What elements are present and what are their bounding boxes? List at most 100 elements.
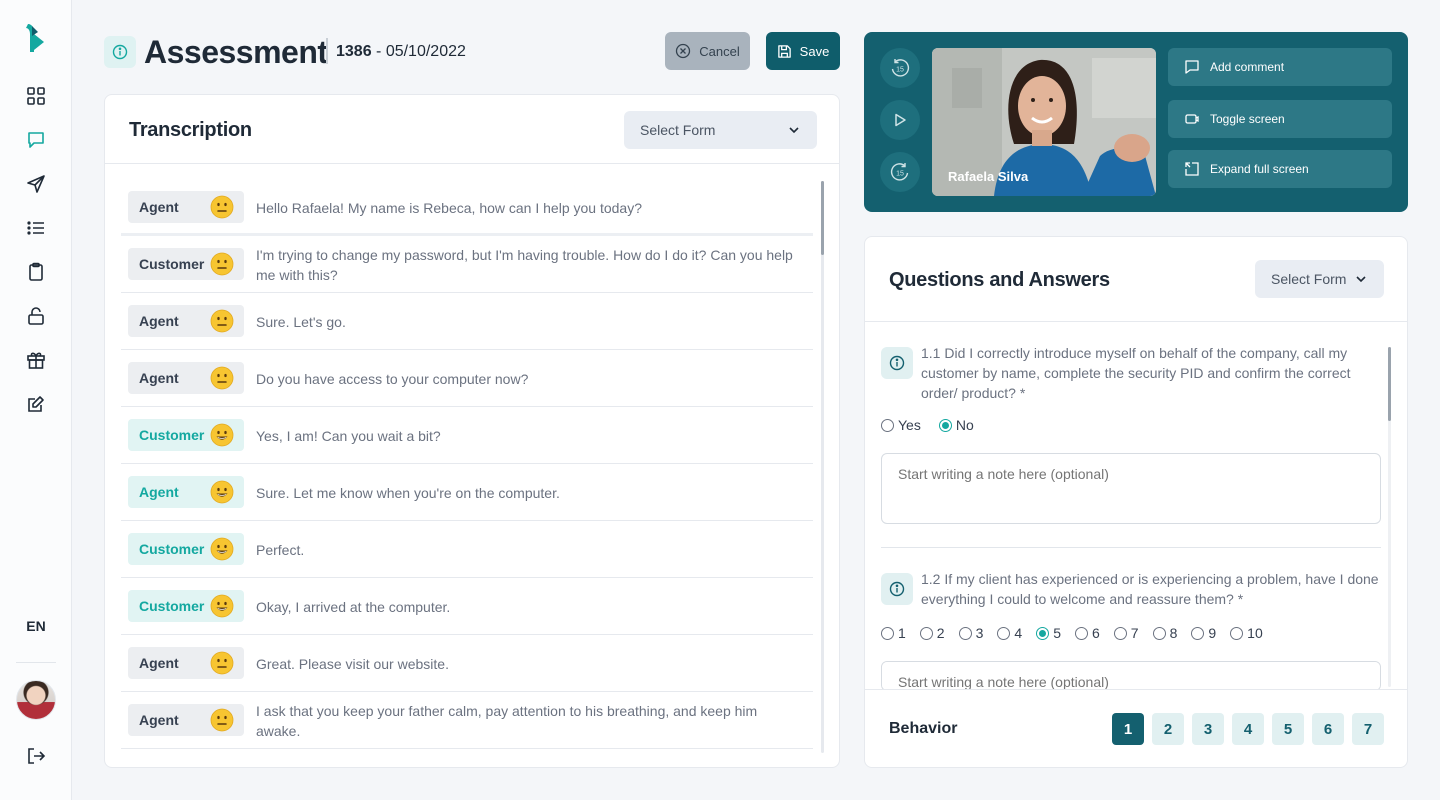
language-switcher[interactable]: EN [0,618,72,634]
clipboard-icon[interactable] [24,260,48,284]
speaker-badge: Agent [128,704,244,736]
qa-title: Questions and Answers [889,269,1110,291]
q2-option-2[interactable]: 2 [919,625,945,641]
q1-option-yes[interactable]: Yes [881,417,921,433]
toggle-screen-icon [1185,114,1199,124]
transcription-select-form[interactable]: Select Form [624,111,817,149]
logout-icon[interactable] [24,744,48,768]
radio-label: 10 [1247,625,1263,641]
q2-option-9[interactable]: 9 [1191,625,1216,641]
radio-label: 4 [1014,625,1023,641]
radio-button[interactable] [1230,626,1244,640]
page-button-7[interactable]: 7 [1352,713,1384,745]
radio-button[interactable] [958,626,972,640]
send-icon[interactable] [24,172,48,196]
speaker-label: Agent [139,484,179,500]
page-button-6[interactable]: 6 [1312,713,1344,745]
sidebar: EN [0,0,72,800]
chevron-down-icon [1356,276,1366,283]
transcription-divider [105,163,839,164]
q2-option-8[interactable]: 8 [1152,625,1177,641]
q2-option-3[interactable]: 3 [958,625,984,641]
radio-label: 3 [975,625,984,641]
transcription-scrollbar-thumb[interactable] [821,181,824,255]
speaker-label: Agent [139,655,179,671]
transcript-message: Agent Sure. Let me know when you're on th… [121,464,813,521]
radio-button[interactable] [919,626,933,640]
forward-15-button[interactable]: 15 [880,152,920,192]
q2-option-4[interactable]: 4 [997,625,1022,641]
gift-icon[interactable] [24,348,48,372]
toggle-screen-label: Toggle screen [1210,112,1285,126]
forward-seconds: 15 [896,171,904,178]
cancel-button[interactable]: Cancel [665,32,750,70]
transcription-scrollbar-track[interactable] [821,181,824,753]
avatar[interactable] [16,680,56,720]
assessment-id: 1386 [336,43,372,60]
sidebar-divider [16,662,56,663]
qa-divider [865,321,1407,322]
speaker-badge: Agent [128,476,244,508]
section-pagination: 1234567 [1112,713,1384,745]
transcript-message: Agent Great. Please visit our website. [121,635,813,692]
page-button-4[interactable]: 4 [1232,713,1264,745]
question-2-note-field[interactable] [881,661,1381,691]
page-button-2[interactable]: 2 [1152,713,1184,745]
radio-button[interactable] [938,418,952,432]
qa-scrollbar-thumb[interactable] [1388,347,1391,421]
radio-button[interactable] [997,626,1011,640]
radio-label: 7 [1130,625,1139,641]
speaker-badge: Agent [128,191,244,223]
qa-footer: Behavior 1234567 [865,689,1407,767]
rewind-15-button[interactable]: 15 [880,48,920,88]
page-button-1[interactable]: 1 [1112,713,1144,745]
message-text: Perfect. [256,542,305,558]
transcript-message: Customer I'm trying to change my password… [121,236,813,293]
q2-option-7[interactable]: 7 [1113,625,1139,641]
qa-select-form-label: Select Form [1271,271,1347,287]
rewind-seconds: 15 [896,67,904,74]
message-text: Yes, I am! Can you wait a bit? [256,428,441,444]
toggle-screen-button[interactable]: Toggle screen [1168,100,1392,138]
q2-option-5[interactable]: 5 [1036,625,1061,641]
expand-full-screen-button[interactable]: Expand full screen [1168,150,1392,188]
unlock-icon[interactable] [24,304,48,328]
info-icon[interactable] [881,347,913,379]
radio-button[interactable] [881,418,894,432]
radio-label: 1 [898,625,906,641]
page-button-3[interactable]: 3 [1192,713,1224,745]
question-1-note-field[interactable] [881,453,1381,524]
dashboard-grid-icon[interactable] [24,84,48,108]
radio-button[interactable] [1074,626,1088,640]
radio-button[interactable] [881,626,894,640]
chat-icon[interactable] [24,128,48,152]
speaker-label: Agent [139,370,179,386]
info-icon[interactable] [881,573,913,605]
title-separator [326,38,328,64]
radio-button[interactable] [1113,626,1127,640]
transcript-message: Agent I ask that you keep your father cal… [121,692,813,749]
participant-name: Rafaela Silva [948,169,1029,184]
q2-option-6[interactable]: 6 [1074,625,1100,641]
edit-icon[interactable] [24,392,48,416]
transcript-message: Agent Do you have access to your computer… [121,350,813,407]
message-text: Okay, I arrived at the computer. [256,599,451,615]
brand-logo[interactable] [22,22,50,54]
neutral-face-icon [210,708,234,732]
q2-option-1[interactable]: 1 [881,625,906,641]
radio-button[interactable] [1036,626,1050,640]
add-comment-button[interactable]: Add comment [1168,48,1392,86]
q1-option-no[interactable]: No [938,417,974,433]
play-button[interactable] [880,100,920,140]
page-button-5[interactable]: 5 [1272,713,1304,745]
list-icon[interactable] [24,216,48,240]
video-feed[interactable]: Rafaela Silva [932,48,1156,196]
q2-option-10[interactable]: 10 [1230,625,1263,641]
info-icon[interactable] [104,36,136,68]
happy-face-icon [210,423,234,447]
video-panel: 15 15 Rafaela Silva Add comment Toggle s… [864,32,1408,212]
radio-button[interactable] [1152,626,1166,640]
qa-select-form[interactable]: Select Form [1255,260,1384,298]
save-button[interactable]: Save [766,32,840,70]
radio-button[interactable] [1191,626,1205,640]
